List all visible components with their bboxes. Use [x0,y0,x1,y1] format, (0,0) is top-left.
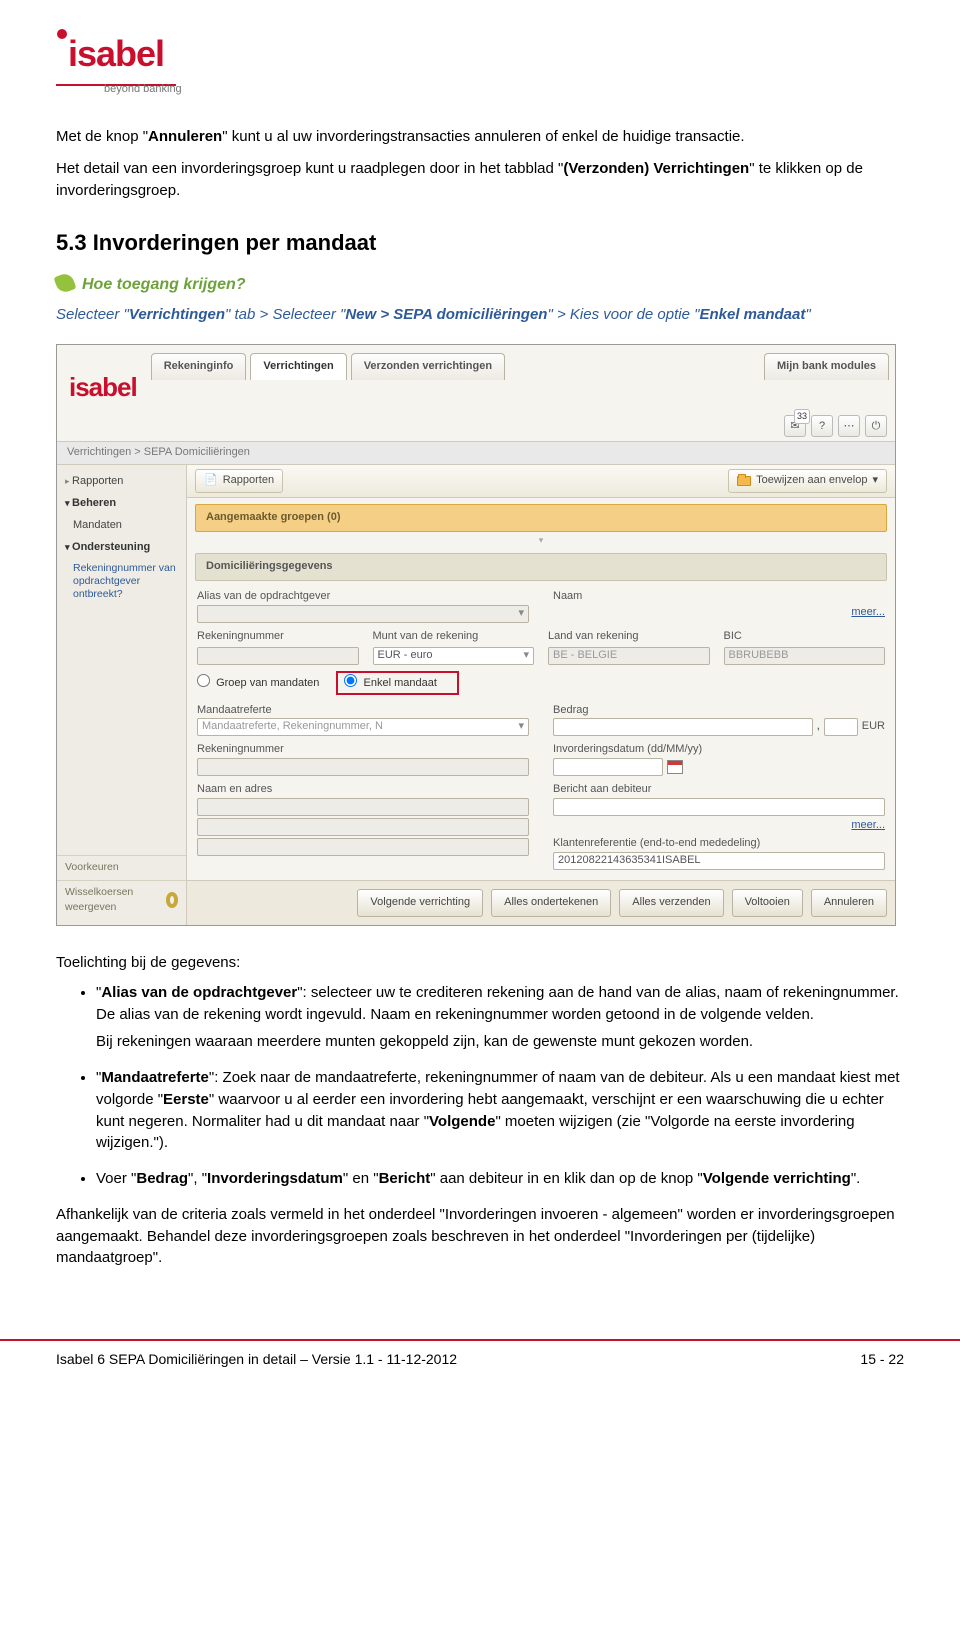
brand-tagline: beyond banking [104,82,904,98]
munt-select[interactable]: EUR - euro [373,647,535,665]
assign-envelope-button[interactable]: Toewijzen aan envelop ▾ [728,469,887,493]
access-question: Hoe toegang krijgen? [56,273,904,296]
sidebar: Rapporten Beheren Mandaten Ondersteuning… [57,465,187,925]
folder-icon [737,476,751,486]
bullet-mandaatreferte: "Mandaatreferte": Zoek naar de mandaatre… [96,1067,904,1154]
brand-header: isabel beyond banking [56,28,904,98]
tab-mijnbank[interactable]: Mijn bank modules [764,353,889,380]
naamadr1-field[interactable] [197,798,529,816]
bullet-voer: Voer "Bedrag", "Invorderingsdatum" en "B… [96,1168,904,1190]
band-groups[interactable]: Aangemaakte groepen (0) [195,504,887,532]
label-bedrag: Bedrag [553,701,885,719]
power-icon[interactable]: ⏻ [865,415,887,437]
explanation-list: "Alias van de opdrachtgever": selecteer … [56,982,904,1190]
paragraph-1: Met de knop "Annuleren" kunt u al uw inv… [56,126,904,148]
label-bic: BIC [724,627,886,645]
rek-field[interactable] [197,647,359,665]
app-screenshot: isabel Rekeninginfo Verrichtingen Verzon… [56,344,896,926]
btn-alles-verzenden[interactable]: Alles verzenden [619,889,723,917]
btn-alles-ondertekenen[interactable]: Alles ondertekenen [491,889,611,917]
alias-select[interactable] [197,605,529,623]
sidebar-wisselkoersen[interactable]: Wisselkoersen weergeven [57,880,186,919]
reports-button[interactable]: 📄 Rapporten [195,469,283,493]
label-naam: Naam [553,587,885,605]
btn-voltooien[interactable]: Voltooien [732,889,803,917]
sidebar-item-rapporten[interactable]: Rapporten [57,471,186,493]
help-icon[interactable]: ? [811,415,833,437]
label-munt: Munt van de rekening [373,627,535,645]
breadcrumb: Verrichtingen > SEPA Domiciliëringen [57,441,895,465]
meer-link-2[interactable]: meer... [851,819,885,831]
invdat-field[interactable] [553,758,663,776]
meer-link-1[interactable]: meer... [851,606,885,618]
label-rek2: Rekeningnummer [197,740,529,758]
radio-enkel[interactable]: Enkel mandaat [344,677,436,689]
closing-paragraph: Afhankelijk van de criteria zoals vermel… [56,1204,904,1269]
app-logo: isabel [63,349,151,413]
label-alias: Alias van de opdrachtgever [197,587,529,605]
sidebar-item-ondersteuning[interactable]: Ondersteuning [57,537,186,559]
bericht-field[interactable] [553,798,885,816]
radio-groep[interactable]: Groep van mandaten [197,677,319,689]
brand-logo: isabel [56,28,904,80]
bedrag-int-field[interactable] [553,718,813,736]
naamadr2-field[interactable] [197,818,529,836]
paragraph-2: Het detail van een invorderingsgroep kun… [56,158,904,202]
tab-verzonden[interactable]: Verzonden verrichtingen [351,353,505,380]
btn-annuleren[interactable]: Annuleren [811,889,887,917]
sidebar-item-mandaten[interactable]: Mandaten [57,515,186,537]
label-invdat: Invorderingsdatum (dd/MM/yy) [553,740,885,758]
gear-icon [166,892,178,908]
action-button-row: Volgende verrichting Alles ondertekenen … [187,880,895,925]
label-bericht: Bericht aan debiteur [553,780,885,798]
mref-field[interactable]: Mandaatreferte, Rekeningnummer, N [197,718,529,736]
rek2-field[interactable] [197,758,529,776]
explanation-heading: Toelichting bij de gegevens: [56,952,904,974]
sidebar-voorkeuren[interactable]: Voorkeuren [57,855,186,879]
label-naamadr: Naam en adres [197,780,529,798]
calendar-icon[interactable] [667,760,683,774]
sidebar-item-beheren[interactable]: Beheren [57,493,186,515]
label-land: Land van rekening [548,627,710,645]
nav-instruction: Selecteer "Verrichtingen" tab > Selectee… [56,304,904,326]
radio-enkel-highlight: Enkel mandaat [336,671,458,695]
bic-field: BBRUBEBB [724,647,886,665]
section-heading: 5.3 Invorderingen per mandaat [56,227,904,259]
settings-icon[interactable]: ⋯ [838,415,860,437]
bedrag-dec-field[interactable] [824,718,858,736]
bullet-alias: "Alias van de opdrachtgever": selecteer … [96,982,904,1053]
bedrag-cur: EUR [862,719,885,735]
tab-verrichtingen[interactable]: Verrichtingen [250,353,346,380]
page-footer: Isabel 6 SEPA Domiciliëringen in detail … [0,1341,960,1383]
notifications-icon[interactable]: ✉ 33 [781,415,806,437]
label-rek: Rekeningnummer [197,627,359,645]
mandaat-mode-radio: Groep van mandaten Enkel mandaat [197,671,885,695]
footer-left: Isabel 6 SEPA Domiciliëringen in detail … [56,1349,457,1369]
land-field: BE - BELGIE [548,647,710,665]
tab-rekeninginfo[interactable]: Rekeninginfo [151,353,247,380]
btn-volgende-verrichting[interactable]: Volgende verrichting [357,889,483,917]
klantref-field[interactable]: 20120822143635341ISABEL [553,852,885,870]
label-mref: Mandaatreferte [197,701,529,719]
footer-right: 15 - 22 [860,1349,904,1369]
leaf-icon [53,272,76,295]
naamadr3-field[interactable] [197,838,529,856]
sidebar-item-sublink[interactable]: Rekeningnummer van opdrachtgever ontbree… [57,559,186,604]
band-details: Domiciliëringsgegevens [195,553,887,581]
label-klantref: Klantenreferentie (end-to-end mededeling… [553,834,885,852]
